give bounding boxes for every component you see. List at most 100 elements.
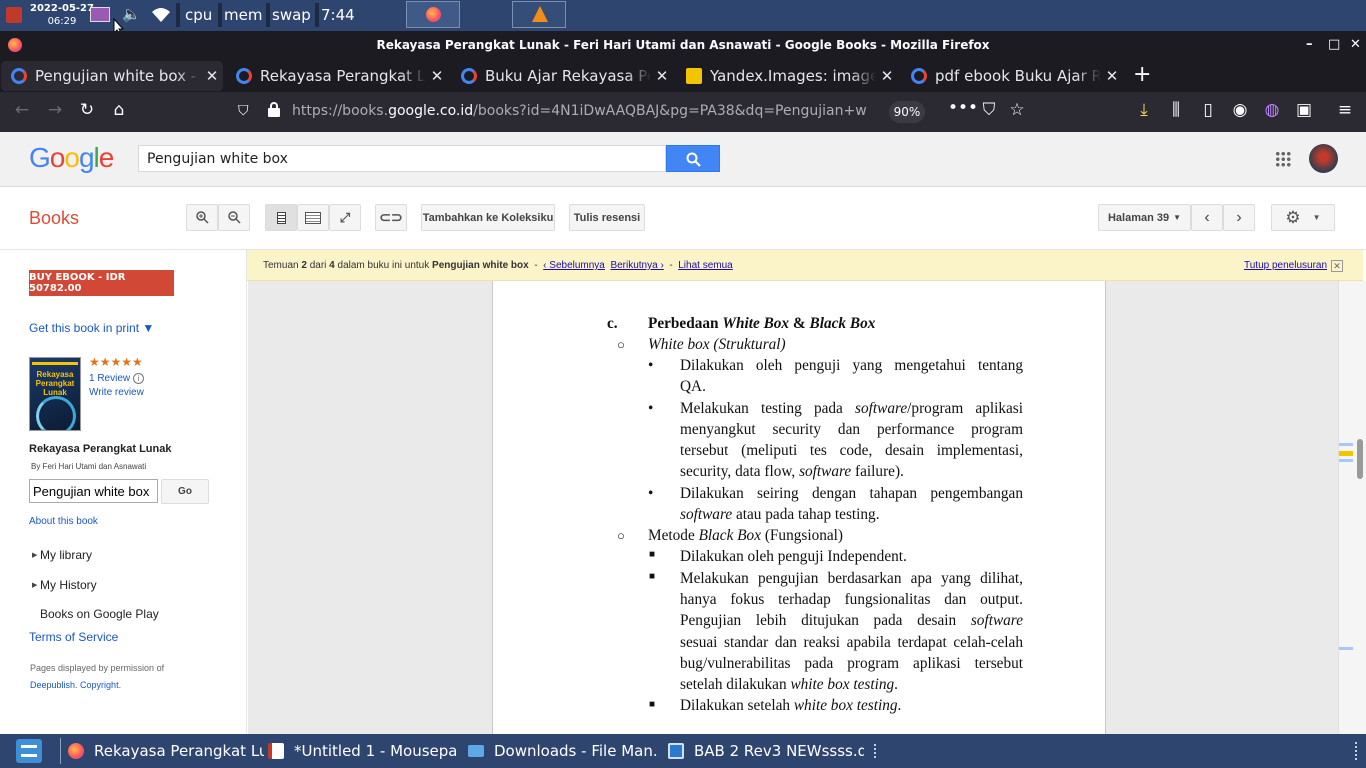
tab-yandex-images[interactable]: Yandex.Images: image ✕ bbox=[676, 61, 898, 91]
tab-rekayasa-perangkat[interactable]: Rekayasa Perangkat Lu ✕ bbox=[226, 61, 448, 91]
books-label[interactable]: Books bbox=[29, 208, 79, 229]
lock-icon[interactable] bbox=[268, 102, 280, 117]
extension-icon[interactable]: ◍ bbox=[1260, 100, 1284, 120]
books-on-google-play-link[interactable]: Books on Google Play bbox=[40, 607, 159, 621]
fullscreen-button[interactable]: ⤢ bbox=[329, 204, 361, 231]
caret-right-icon: ▶ bbox=[32, 581, 38, 589]
apps-grid-icon[interactable] bbox=[1275, 151, 1291, 167]
buy-ebook-button[interactable]: BUY EBOOK - IDR 50782.00 bbox=[29, 270, 174, 296]
text-line: Dilakukan oleh penguji yang mengetahui t… bbox=[680, 357, 1023, 374]
bookmark-star-icon[interactable]: ☆ bbox=[1005, 100, 1029, 120]
folder-icon bbox=[468, 745, 484, 757]
google-logo[interactable]: Google bbox=[29, 142, 114, 174]
previous-result-link[interactable]: ‹ Sebelumnya bbox=[543, 260, 605, 271]
vlc-launcher[interactable] bbox=[512, 1, 566, 28]
shield-icon[interactable]: ⛉ bbox=[238, 103, 249, 119]
reload-icon[interactable]: ↻ bbox=[75, 100, 99, 120]
tab-close-icon[interactable]: ✕ bbox=[876, 67, 898, 85]
taskbar-separator bbox=[1355, 742, 1357, 760]
terms-of-service-link[interactable]: Terms of Service bbox=[29, 630, 118, 644]
tab-close-icon[interactable]: ✕ bbox=[201, 67, 223, 85]
close-window-button[interactable]: ✕ bbox=[1350, 37, 1361, 52]
tab-buku-ajar[interactable]: Buku Ajar Rekayasa Pe ✕ bbox=[451, 61, 673, 91]
taskbar-item-firefox[interactable]: Rekayasa Perangkat Lu... bbox=[68, 734, 264, 768]
book-cover-title: Rekayasa Perangkat Lunak bbox=[35, 370, 75, 397]
in-book-search-input[interactable]: Pengujian white box bbox=[29, 479, 158, 503]
taskbar-item-mousepad[interactable]: *Untitled 1 - Mousepad bbox=[268, 734, 456, 768]
forward-icon[interactable]: → bbox=[43, 100, 67, 120]
review-count-link[interactable]: 1 Review bbox=[89, 373, 130, 384]
text-line: bug/vulnerabilitas pada program aplikasi… bbox=[680, 655, 1023, 672]
write-review-link[interactable]: Write review bbox=[89, 387, 144, 398]
add-to-collection-button[interactable]: Tambahkan ke Koleksiku bbox=[421, 204, 555, 231]
home-icon[interactable]: ⌂ bbox=[107, 100, 131, 120]
back-icon[interactable]: ← bbox=[10, 100, 34, 120]
page-select-dropdown[interactable]: Halaman 39 ▼ bbox=[1098, 204, 1191, 231]
account-icon[interactable]: ◉ bbox=[1228, 100, 1252, 120]
text-line: Dilakukan oleh penguji Independent. bbox=[680, 548, 907, 565]
tab-pengujian-white-box[interactable]: Pengujian white box - P ✕ bbox=[1, 61, 223, 91]
tab-close-icon[interactable]: ✕ bbox=[426, 67, 448, 85]
screen-icon[interactable] bbox=[90, 7, 110, 22]
zoom-out-button[interactable] bbox=[218, 204, 250, 231]
settings-button[interactable]: ⚙ ▼ bbox=[1271, 204, 1335, 231]
tab-close-icon[interactable]: ✕ bbox=[1101, 67, 1123, 85]
zoom-indicator[interactable]: 90% bbox=[889, 101, 925, 123]
tab-close-icon[interactable]: ✕ bbox=[651, 67, 673, 85]
text-line: Melakukan testing pada software/program … bbox=[680, 400, 1024, 417]
url-bar[interactable]: ⛉ https://books.google.co.id/books?id=4N… bbox=[232, 96, 942, 128]
new-tab-button[interactable]: + bbox=[1133, 62, 1151, 87]
write-review-button[interactable]: Tulis resensi bbox=[569, 204, 645, 231]
previous-page-button[interactable]: ‹ bbox=[1191, 204, 1223, 231]
scrollbar-thumb[interactable] bbox=[1357, 439, 1363, 479]
download-icon[interactable]: ⤓ bbox=[1132, 100, 1156, 120]
single-page-icon bbox=[276, 211, 286, 224]
tab-label: pdf ebook Buku Ajar Re bbox=[935, 67, 1101, 85]
firefox-launcher[interactable] bbox=[406, 1, 460, 28]
panel-clock[interactable]: 7:44 bbox=[321, 6, 355, 24]
sidebar-icon[interactable]: ▯ bbox=[1196, 100, 1220, 120]
publisher-link[interactable]: Deepublish bbox=[30, 680, 75, 690]
about-book-link[interactable]: About this book bbox=[29, 516, 98, 527]
bullet-icon: • bbox=[648, 357, 654, 374]
info-icon[interactable]: i bbox=[133, 373, 144, 384]
pocket-icon[interactable]: ⛉ bbox=[977, 100, 1001, 120]
single-page-view-button[interactable] bbox=[265, 204, 297, 231]
minimize-button[interactable]: – bbox=[1306, 37, 1313, 52]
page-select-label: Halaman 39 bbox=[1107, 211, 1170, 224]
zoom-in-button[interactable] bbox=[186, 204, 218, 231]
my-library-link[interactable]: My library bbox=[40, 548, 92, 562]
next-result-link[interactable]: Berikutnya › bbox=[610, 260, 663, 271]
wifi-icon[interactable] bbox=[150, 6, 172, 24]
google-search-button[interactable] bbox=[666, 145, 720, 172]
text-line: sesuai standar dan reaksi apabila terdap… bbox=[680, 634, 1023, 651]
page-actions-icon[interactable]: ••• bbox=[948, 98, 978, 118]
page-scrollbar[interactable] bbox=[1338, 281, 1366, 734]
menu-icon[interactable]: ≡ bbox=[1333, 100, 1357, 120]
avatar[interactable] bbox=[1309, 144, 1338, 173]
whisker-menu-button[interactable] bbox=[16, 739, 42, 763]
library-icon[interactable]: ⫼ bbox=[1164, 100, 1188, 120]
next-page-button[interactable]: › bbox=[1223, 204, 1255, 231]
my-history-link[interactable]: My History bbox=[40, 578, 97, 592]
extension-puzzle-icon[interactable]: ▣ bbox=[1292, 100, 1316, 120]
text-line: setelah dilakukan white box testing. bbox=[680, 676, 898, 693]
get-book-in-print-link[interactable]: Get this book in print ▼ bbox=[29, 321, 154, 335]
taskbar-item-document[interactable]: BAB 2 Rev3 NEWssss.d... bbox=[668, 734, 864, 768]
copyright-link[interactable]: Copyright bbox=[80, 680, 119, 690]
in-book-search-go-button[interactable]: Go bbox=[161, 479, 209, 504]
close-icon[interactable]: ✕ bbox=[1331, 260, 1343, 272]
taskbar-item-file-manager[interactable]: Downloads - File Man... bbox=[468, 734, 658, 768]
close-search-link[interactable]: Tutup penelusuran bbox=[1244, 260, 1327, 271]
maximize-button[interactable]: □ bbox=[1328, 37, 1340, 52]
book-cover[interactable]: Rekayasa Perangkat Lunak bbox=[29, 357, 81, 431]
menu-icon bbox=[21, 745, 37, 757]
tab-pdf-ebook[interactable]: pdf ebook Buku Ajar Re ✕ bbox=[901, 61, 1123, 91]
see-all-link[interactable]: Lihat semua bbox=[678, 260, 732, 271]
section-heading: Perbedaan White Box & Black Box bbox=[648, 315, 876, 332]
link-button[interactable]: ⊂⊃ bbox=[375, 204, 407, 231]
google-search-input[interactable]: Pengujian white box bbox=[138, 145, 666, 172]
app-menu-icon[interactable] bbox=[6, 7, 22, 23]
url-text[interactable]: https://books.google.co.id/books?id=4N1i… bbox=[292, 103, 882, 119]
two-page-view-button[interactable] bbox=[297, 204, 329, 231]
